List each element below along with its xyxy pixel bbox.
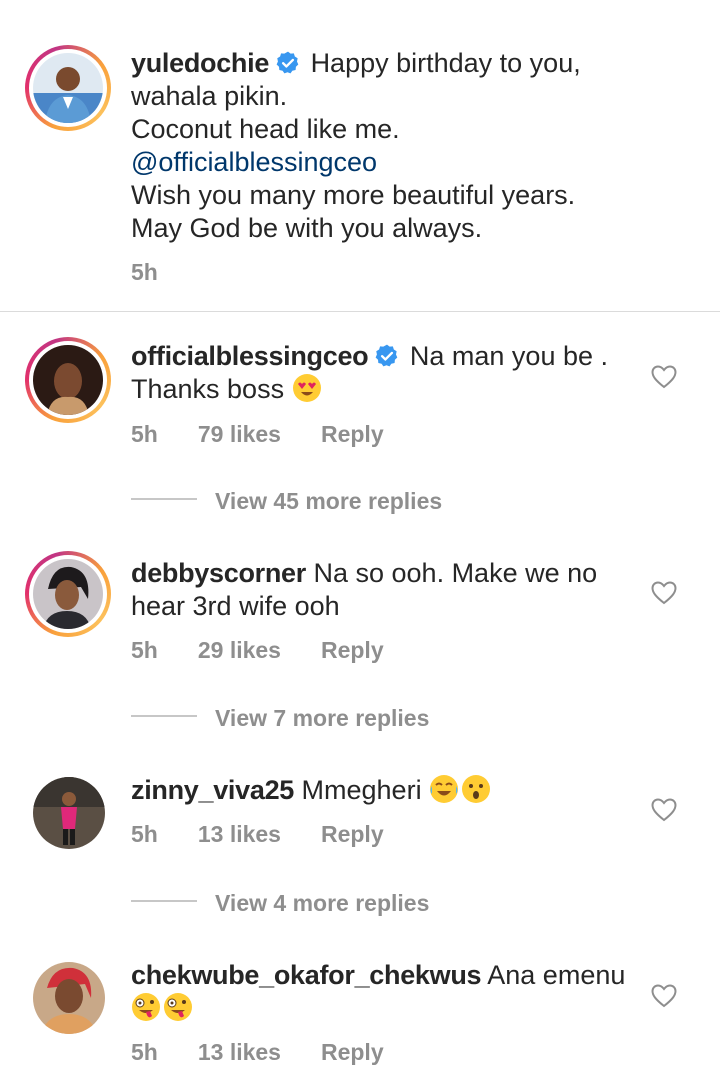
heart-eyes-emoji (292, 374, 321, 402)
view-replies-button[interactable]: View 4 more replies (215, 890, 429, 917)
avatar-photo (33, 777, 105, 849)
likes-count[interactable]: 29 likes (198, 637, 281, 664)
view-replies-button[interactable]: View 7 more replies (215, 705, 429, 732)
view-replies-button[interactable]: View 45 more replies (215, 488, 442, 515)
comment-username[interactable]: chekwube_okafor_chekwus (131, 960, 482, 990)
reply-button[interactable]: Reply (321, 421, 384, 448)
comment-text: chekwube_okafor_chekwus Ana emenu (131, 959, 631, 1025)
reply-button[interactable]: Reply (321, 637, 384, 664)
comment-time: 5h (131, 637, 158, 663)
like-heart-icon[interactable] (651, 581, 677, 605)
comment-time: 5h (131, 421, 158, 447)
likes-count[interactable]: 13 likes (198, 821, 281, 848)
comment-text: zinny_viva25 Mmegheri (131, 774, 631, 807)
comment-text: debbyscorner Na so ooh. Make we no hear … (131, 558, 598, 621)
tears-of-joy-emoji (430, 775, 459, 803)
comment-meta: 5h 13 likes Reply (131, 1039, 384, 1066)
verified-badge-icon (276, 51, 299, 74)
verified-badge-icon (376, 344, 398, 367)
zany-face-emoji (164, 993, 192, 1021)
caption-text: yuledochie Happy birthday to you, wahala… (131, 48, 581, 243)
comment-username[interactable]: debbyscorner (131, 558, 306, 588)
comment-meta: 5h 13 likes Reply (131, 821, 384, 848)
reply-button[interactable]: Reply (321, 821, 384, 848)
comment-text: officialblessingceo Na man you be . Than… (131, 341, 609, 404)
comment-avatar[interactable] (33, 777, 105, 849)
like-heart-icon[interactable] (651, 798, 677, 822)
replies-line (131, 498, 197, 500)
comment-username[interactable]: zinny_viva25 (131, 775, 294, 805)
comment-time: 5h (131, 821, 158, 847)
comment-avatar[interactable] (33, 962, 105, 1034)
avatar-photo (33, 962, 105, 1034)
likes-count[interactable]: 79 likes (198, 421, 281, 448)
avatar-photo (33, 53, 103, 123)
caption-meta: 5h (131, 259, 158, 286)
caption-divider (0, 311, 720, 312)
comment-time: 5h (131, 1039, 158, 1065)
comment-avatar[interactable] (25, 337, 111, 423)
caption-avatar[interactable] (25, 45, 111, 131)
comment-meta: 5h 79 likes Reply (131, 421, 384, 448)
avatar-photo (33, 559, 103, 629)
comment-avatar[interactable] (25, 551, 111, 637)
likes-count[interactable]: 13 likes (198, 1039, 281, 1066)
caption-time: 5h (131, 259, 158, 285)
comment-username[interactable]: officialblessingceo (131, 341, 369, 371)
mention-link[interactable]: @officialblessingceo (131, 147, 377, 177)
like-heart-icon[interactable] (651, 365, 677, 389)
like-heart-icon[interactable] (651, 984, 677, 1008)
reply-button[interactable]: Reply (321, 1039, 384, 1066)
caption-username[interactable]: yuledochie (131, 48, 269, 78)
replies-line (131, 900, 197, 902)
zany-face-emoji (132, 993, 160, 1021)
replies-line (131, 715, 197, 717)
surprised-emoji (462, 775, 491, 803)
comment-meta: 5h 29 likes Reply (131, 637, 384, 664)
avatar-photo (33, 345, 103, 415)
